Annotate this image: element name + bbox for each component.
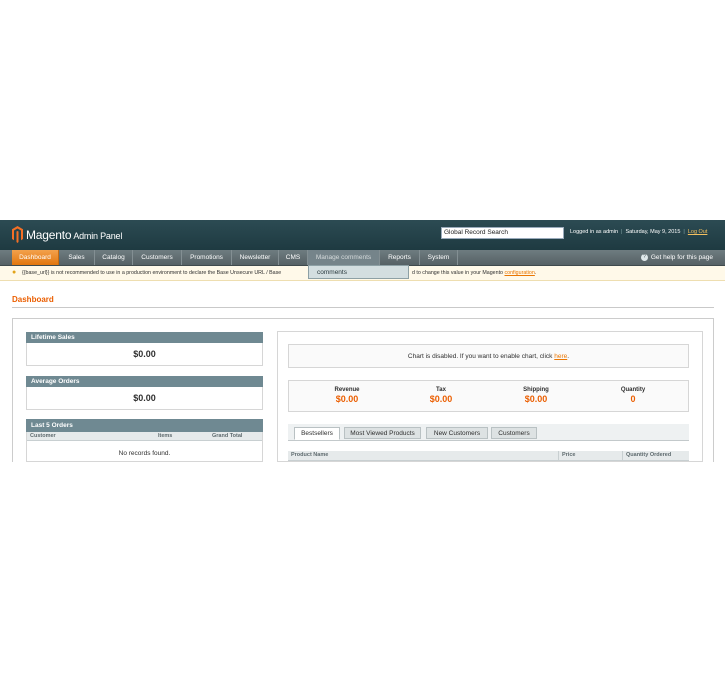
chart-tail: .: [567, 353, 570, 360]
logo-brand: Magento: [26, 227, 72, 242]
chart-disabled-text: Chart is disabled. If you want to enable…: [407, 353, 553, 360]
total-label: Quantity: [620, 387, 646, 393]
nav-manage-comments[interactable]: Manage comments: [308, 250, 380, 265]
manage-comments-dropdown: comments: [308, 265, 409, 279]
dashboard-tabs: Bestsellers Most Viewed Products New Cus…: [288, 424, 689, 441]
total-tax: Tax $0.00: [391, 387, 491, 404]
nav-catalog[interactable]: Catalog: [95, 250, 133, 265]
current-date: Saturday, May 9, 2015: [625, 229, 681, 235]
average-orders-value: $0.00: [26, 387, 263, 410]
total-value: $0.00: [429, 394, 453, 404]
lightbulb-icon: ●: [12, 269, 17, 276]
dropdown-item-comments[interactable]: comments: [317, 266, 347, 279]
nav-dashboard[interactable]: Dashboard: [12, 250, 59, 265]
tab-bestsellers[interactable]: Bestsellers: [294, 427, 340, 440]
nav-newsletter[interactable]: Newsletter: [232, 250, 279, 265]
chart-disabled-box: Chart is disabled. If you want to enable…: [288, 344, 689, 368]
user-bar: Logged in as admin | Saturday, May 9, 2015…: [570, 229, 708, 235]
magento-logo-icon: [12, 226, 23, 243]
no-records-text: No records found.: [118, 450, 171, 457]
magento-logo[interactable]: Magento Admin Panel: [12, 226, 122, 243]
lifetime-sales-value: $0.00: [26, 343, 263, 366]
global-search-input[interactable]: Global Record Search: [441, 227, 564, 239]
total-label: Tax: [436, 387, 446, 393]
col-quantity-ordered[interactable]: Quantity Ordered: [626, 451, 671, 460]
totals-bar: Revenue $0.00 Tax $0.00 Shipping $0.00 Q…: [288, 380, 689, 412]
col-customer[interactable]: Customer: [30, 432, 56, 440]
total-quantity: Quantity 0: [583, 387, 683, 404]
page-title: Dashboard: [12, 295, 54, 304]
col-price[interactable]: Price: [562, 451, 575, 460]
col-product-name[interactable]: Product Name: [291, 451, 328, 460]
tab-customers[interactable]: Customers: [491, 427, 537, 439]
enable-chart-link[interactable]: here: [554, 353, 567, 360]
last-orders-header: Last 5 Orders: [26, 419, 263, 432]
logout-link[interactable]: Log Out: [688, 229, 708, 235]
logged-in-text: Logged in as admin: [570, 229, 619, 235]
total-label: Revenue: [334, 387, 360, 393]
main-nav: Dashboard Sales Catalog Customers Promot…: [0, 250, 725, 266]
notice-text-left: {{base_url}} is not recommended to use i…: [22, 270, 282, 276]
help-icon: ?: [640, 253, 648, 261]
col-grand-total[interactable]: Grand Total: [212, 432, 242, 440]
column-divider: [622, 451, 623, 460]
tab-new-customers[interactable]: New Customers: [426, 427, 488, 439]
notice-text-right: d to change this value in your Magento: [412, 270, 503, 276]
header-bar: Magento Admin Panel Global Record Search …: [0, 220, 725, 250]
nav-sales[interactable]: Sales: [59, 250, 95, 265]
title-divider: [12, 307, 714, 308]
col-items[interactable]: Items: [158, 432, 172, 440]
nav-cms[interactable]: CMS: [279, 250, 308, 265]
total-value: $0.00: [524, 394, 548, 404]
total-shipping: Shipping $0.00: [486, 387, 586, 404]
total-value: $0.00: [335, 394, 359, 404]
nav-reports[interactable]: Reports: [380, 250, 420, 265]
admin-screen: Magento Admin Panel Global Record Search …: [0, 220, 725, 462]
total-label: Shipping: [523, 387, 549, 393]
tab-most-viewed[interactable]: Most Viewed Products: [344, 427, 421, 439]
column-divider: [558, 451, 559, 460]
total-revenue: Revenue $0.00: [297, 387, 397, 404]
total-value: 0: [630, 394, 636, 404]
notice-tail: .: [534, 270, 537, 276]
last-orders-grid: Customer Items Grand Total No records fo…: [26, 432, 263, 462]
configuration-link[interactable]: configuration: [504, 270, 534, 276]
nav-customers[interactable]: Customers: [133, 250, 182, 265]
lifetime-sales-header: Lifetime Sales: [26, 332, 263, 343]
logo-product: Admin Panel: [73, 230, 123, 241]
help-link[interactable]: ? Get help for this page: [640, 250, 713, 265]
help-label: Get help for this page: [650, 254, 713, 261]
nav-system[interactable]: System: [420, 250, 458, 265]
average-orders-header: Average Orders: [26, 376, 263, 387]
nav-promotions[interactable]: Promotions: [182, 250, 232, 265]
bestsellers-grid-header: Product Name Price Quantity Ordered: [288, 451, 689, 461]
last-orders-grid-header: Customer Items Grand Total: [27, 432, 262, 441]
